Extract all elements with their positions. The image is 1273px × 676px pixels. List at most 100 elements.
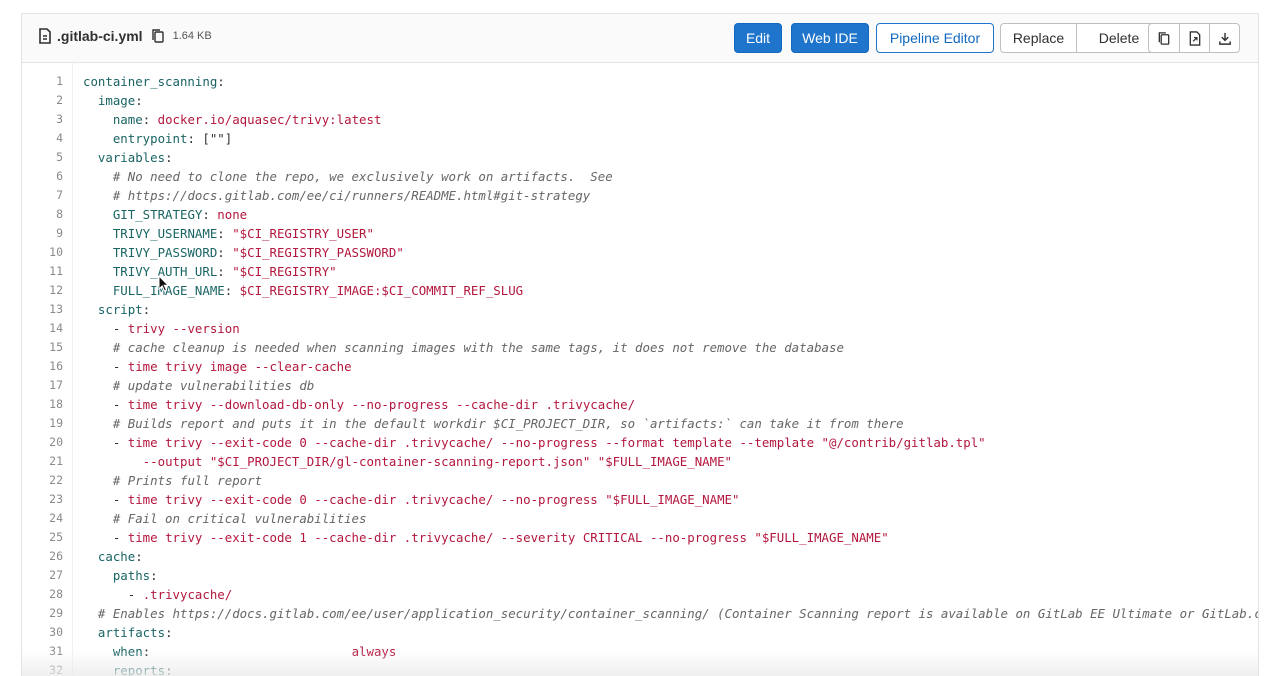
code-token: :	[142, 302, 151, 317]
blob-viewer: .gitlab-ci.yml 1.64 KB Edit Web IDE Pipe…	[21, 13, 1259, 676]
code-line: container_scanning:	[83, 72, 225, 91]
code-token: time trivy --download-db-only --no-progr…	[127, 397, 636, 412]
code-token: -	[83, 435, 128, 450]
code-token: :	[165, 150, 173, 165]
line-number[interactable]: 2	[22, 91, 63, 110]
code-token: :	[217, 264, 233, 279]
line-number[interactable]: 10	[22, 243, 63, 262]
line-number[interactable]: 14	[22, 319, 63, 338]
code-token: :	[142, 112, 158, 127]
code-token: -	[83, 587, 143, 602]
line-number[interactable]: 25	[22, 528, 63, 547]
file-icon	[39, 28, 51, 44]
line-number[interactable]: 19	[22, 414, 63, 433]
line-number[interactable]: 15	[22, 338, 63, 357]
web-ide-button[interactable]: Web IDE	[791, 23, 869, 53]
code-token: GIT_STRATEGY	[112, 207, 203, 222]
code-line: - time trivy --exit-code 0 --cache-dir .…	[83, 490, 740, 509]
line-number[interactable]: 13	[22, 300, 63, 319]
line-number[interactable]: 12	[22, 281, 63, 300]
code-token: trivy --version	[127, 321, 240, 336]
code-token: # Enables https://docs.gitlab.com/ee/use…	[97, 606, 1258, 621]
code-line: GIT_STRATEGY: none	[83, 205, 247, 224]
code-line: artifacts:	[83, 623, 173, 642]
code-token: .trivycache/	[142, 587, 233, 602]
code-token: :	[224, 283, 240, 298]
code-token: # Prints full report	[112, 473, 263, 488]
line-number[interactable]: 16	[22, 357, 63, 376]
open-raw-button[interactable]	[1179, 24, 1209, 52]
replace-button[interactable]: Replace	[1001, 24, 1076, 52]
line-number[interactable]: 11	[22, 262, 63, 281]
code-token: :	[202, 207, 218, 222]
line-number[interactable]: 8	[22, 205, 63, 224]
edit-button[interactable]: Edit	[734, 23, 782, 53]
line-number[interactable]: 9	[22, 224, 63, 243]
line-number[interactable]: 18	[22, 395, 63, 414]
code-line: TRIVY_PASSWORD: "$CI_REGISTRY_PASSWORD"	[83, 243, 404, 262]
replace-delete-group: Replace Delete	[1000, 23, 1162, 53]
code-token: # https://docs.gitlab.com/ee/ci/runners/…	[112, 188, 591, 203]
file-title: .gitlab-ci.yml 1.64 KB	[38, 28, 212, 44]
download-icon	[1218, 32, 1231, 45]
pipeline-editor-button[interactable]: Pipeline Editor	[876, 23, 994, 53]
code-line: - trivy --version	[83, 319, 240, 338]
code-line: # update vulnerabilities db	[83, 376, 314, 395]
code-line: FULL_IMAGE_NAME: $CI_REGISTRY_IMAGE:$CI_…	[83, 281, 523, 300]
code-line: - time trivy --download-db-only --no-pro…	[83, 395, 635, 414]
code-viewer: 1 container_scanning: 2 image: 3 name: dock…	[22, 63, 1258, 676]
code-token: --output "$CI_PROJECT_DIR/gl-container-s…	[142, 454, 733, 469]
line-number[interactable]: 21	[22, 452, 63, 471]
code-line: # Enables https://docs.gitlab.com/ee/use…	[83, 604, 1258, 623]
code-token: "$CI_REGISTRY_PASSWORD"	[232, 245, 404, 260]
download-button[interactable]	[1209, 24, 1239, 52]
line-number[interactable]: 20	[22, 433, 63, 452]
code-line: --output "$CI_PROJECT_DIR/gl-container-s…	[83, 452, 732, 471]
code-token: TRIVY_PASSWORD	[112, 245, 218, 260]
code-token: script	[97, 302, 143, 317]
code-token: # Fail on critical vulnerabilities	[112, 511, 367, 526]
code-line: # Builds report and puts it in the defau…	[83, 414, 904, 433]
line-number[interactable]: 27	[22, 566, 63, 585]
line-number[interactable]: 24	[22, 509, 63, 528]
code-line: - time trivy image --clear-cache	[83, 357, 352, 376]
code-line: # Prints full report	[83, 471, 262, 490]
mouse-cursor-icon	[158, 275, 170, 292]
file-actions-group	[1148, 23, 1240, 53]
code-line: # https://docs.gitlab.com/ee/ci/runners/…	[83, 186, 590, 205]
code-token: none	[217, 207, 248, 222]
line-number[interactable]: 7	[22, 186, 63, 205]
code-token: entrypoint	[112, 131, 188, 146]
code-token: :	[217, 74, 225, 89]
code-token: -	[83, 359, 128, 374]
copy-contents-button[interactable]	[1149, 24, 1179, 52]
line-number[interactable]: 26	[22, 547, 63, 566]
code-line: TRIVY_USERNAME: "$CI_REGISTRY_USER"	[83, 224, 374, 243]
code-line: # cache cleanup is needed when scanning …	[83, 338, 844, 357]
line-number[interactable]: 5	[22, 148, 63, 167]
code-line: # No need to clone the repo, we exclusiv…	[83, 167, 613, 186]
line-number[interactable]: 23	[22, 490, 63, 509]
line-number[interactable]: 4	[22, 129, 63, 148]
line-number[interactable]: 17	[22, 376, 63, 395]
code-token: docker.io/aquasec/trivy:latest	[157, 112, 382, 127]
code-token: :	[135, 549, 143, 564]
code-token: -	[83, 397, 128, 412]
line-number[interactable]: 22	[22, 471, 63, 490]
line-number[interactable]: 30	[22, 623, 63, 642]
line-number[interactable]: 29	[22, 604, 63, 623]
line-number[interactable]: 1	[22, 72, 63, 91]
line-number[interactable]: 6	[22, 167, 63, 186]
line-number[interactable]: 3	[22, 110, 63, 129]
line-number[interactable]: 28	[22, 585, 63, 604]
code-token: image	[97, 93, 136, 108]
copy-path-icon[interactable]	[151, 28, 165, 44]
code-token: time trivy --exit-code 1 --cache-dir .tr…	[127, 530, 889, 545]
